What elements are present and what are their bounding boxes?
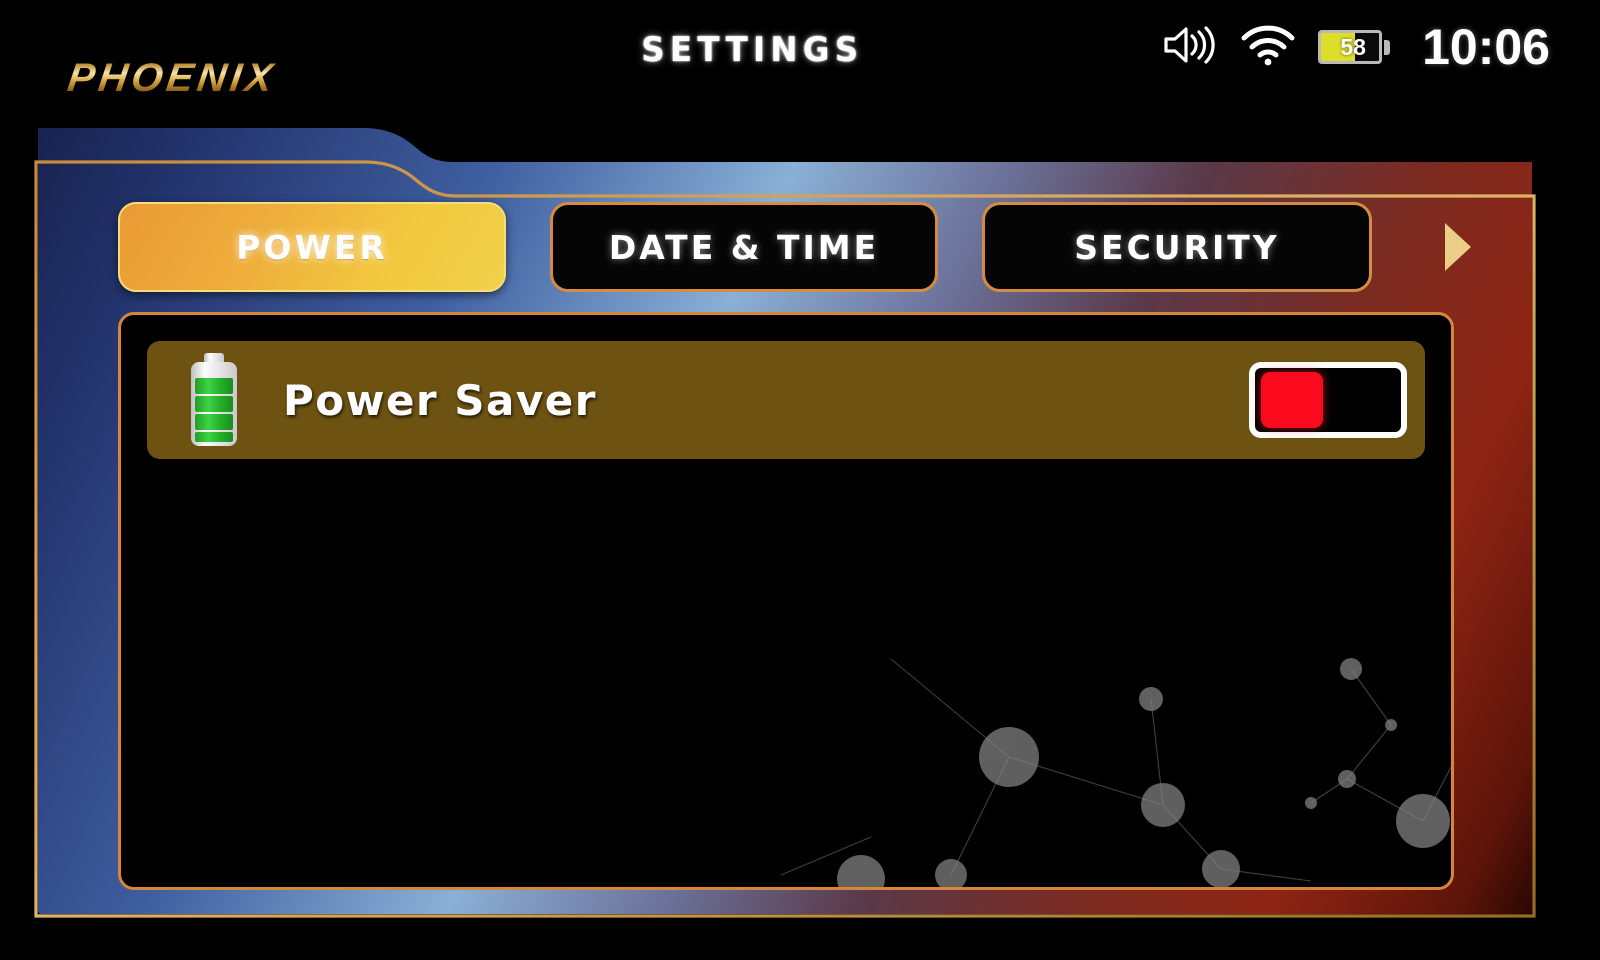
content-panel: Power Saver xyxy=(118,312,1454,890)
tab-power-label: POWER xyxy=(236,227,388,267)
battery-tip xyxy=(1384,39,1391,55)
tab-date-time-label: DATE & TIME xyxy=(608,227,880,267)
toggle-knob xyxy=(1261,372,1323,428)
status-bar-indicators: 58 10:06 xyxy=(1160,16,1550,78)
settings-tabs: POWER DATE & TIME SECURITY xyxy=(118,192,1518,302)
battery-full-green-icon xyxy=(181,350,247,450)
battery-status-icon: 58 xyxy=(1318,28,1391,66)
setting-row-power-saver[interactable]: Power Saver xyxy=(147,341,1425,459)
battery-percent-label: 58 xyxy=(1340,34,1366,60)
settings-list: Power Saver xyxy=(121,315,1451,459)
tab-security-label: SECURITY xyxy=(1074,227,1280,267)
wifi-icon xyxy=(1240,23,1296,72)
tab-power[interactable]: POWER xyxy=(118,202,506,292)
network-decoration xyxy=(780,658,1451,887)
battery-body: 58 xyxy=(1318,30,1383,64)
main-frame: POWER DATE & TIME SECURITY Power Saver xyxy=(34,96,1536,918)
status-bar: PHOENIX SETTINGS 58 10:06 xyxy=(0,0,1600,100)
power-saver-toggle[interactable] xyxy=(1249,362,1407,438)
settings-screen: PHOENIX SETTINGS 58 10:06 POWER DATE & T… xyxy=(0,0,1600,960)
power-saver-toggle-container xyxy=(1249,362,1407,438)
setting-label-power-saver: Power Saver xyxy=(283,375,597,425)
tab-security[interactable]: SECURITY xyxy=(982,202,1372,292)
tab-date-time[interactable]: DATE & TIME xyxy=(550,202,938,292)
chevron-right-icon[interactable] xyxy=(1438,219,1476,275)
clock: 10:06 xyxy=(1422,19,1550,75)
speaker-volume-icon xyxy=(1160,23,1218,72)
